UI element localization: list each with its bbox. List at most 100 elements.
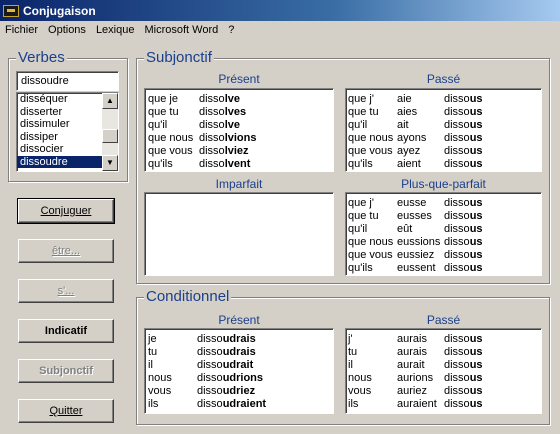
pronoun: que tu bbox=[348, 106, 379, 118]
verb-ending: lvent bbox=[224, 158, 251, 170]
subj-passe-panel: que j' aie dissous que tu aies dissous qu'il ai… bbox=[345, 88, 542, 172]
pronoun: nous bbox=[348, 372, 372, 384]
se-label: s'... bbox=[57, 285, 75, 297]
verb-list-scrollbar[interactable]: ▲ ▼ bbox=[102, 93, 118, 171]
pronoun: nous bbox=[148, 372, 172, 384]
conjugation-row: il dissoudrait bbox=[148, 359, 333, 372]
verb-stem: disso bbox=[444, 197, 470, 209]
verb-ending: udrais bbox=[222, 333, 256, 345]
menu-microsoft-word[interactable]: Microsoft Word bbox=[139, 24, 223, 36]
pronoun: que nous bbox=[148, 132, 194, 144]
conjugation-row: que j' aie dissous bbox=[348, 93, 541, 106]
verb-ending: us bbox=[469, 372, 483, 384]
verb-stem: disso bbox=[197, 385, 223, 397]
verb-search-input[interactable]: dissoudre bbox=[16, 71, 119, 91]
subj-imparfait-title: Imparfait bbox=[215, 177, 263, 191]
verb-form: dissous bbox=[444, 158, 483, 171]
verb-form: dissoudrions bbox=[197, 372, 263, 385]
verb-ending: lve bbox=[224, 119, 240, 131]
verb-form: dissolves bbox=[199, 106, 246, 119]
verb-stem: disso bbox=[444, 93, 470, 105]
subj-present-panel: que je dissolve que tu dissolves qu'il dissol… bbox=[144, 88, 334, 172]
menu-fichier[interactable]: Fichier bbox=[0, 24, 43, 36]
verb-stem: disso bbox=[197, 333, 223, 345]
pronoun: que vous bbox=[148, 145, 193, 157]
se-button[interactable]: s'... bbox=[18, 279, 114, 303]
verb-stem: disso bbox=[197, 398, 223, 410]
scroll-thumb[interactable] bbox=[102, 129, 118, 143]
cond-passe-title: Passé bbox=[426, 313, 461, 327]
menu-lexique[interactable]: Lexique bbox=[91, 24, 140, 36]
verb-form: dissous bbox=[444, 236, 483, 249]
verb-form: dissous bbox=[444, 106, 483, 119]
conjugation-row: que tu aies dissous bbox=[348, 106, 541, 119]
subj-imparfait-panel bbox=[144, 192, 334, 276]
conjugation-row: que nous ayons dissous bbox=[348, 132, 541, 145]
verb-form: dissolvions bbox=[199, 132, 256, 145]
conjugation-row: qu'il dissolve bbox=[148, 119, 333, 132]
scroll-down-arrow-icon[interactable]: ▼ bbox=[102, 155, 118, 171]
subjonctif-label: Subjonctif bbox=[39, 365, 93, 377]
conjugation-row: que je dissolve bbox=[148, 93, 333, 106]
subjonctif-button[interactable]: Subjonctif bbox=[18, 359, 114, 383]
indicatif-button[interactable]: Indicatif bbox=[18, 319, 114, 343]
scroll-up-arrow-icon[interactable]: ▲ bbox=[102, 93, 118, 109]
verb-form: dissoudraient bbox=[197, 398, 266, 411]
verb-stem: disso bbox=[444, 249, 470, 261]
pronoun: tu bbox=[148, 346, 158, 358]
auxiliary: auriez bbox=[397, 385, 427, 397]
title-bar: Conjugaison bbox=[0, 0, 560, 21]
verb-form: dissous bbox=[444, 119, 483, 132]
conjugation-row: qu'ils aient dissous bbox=[348, 158, 541, 171]
auxiliary: aies bbox=[397, 106, 418, 118]
verb-form: dissous bbox=[444, 132, 483, 145]
verb-list[interactable]: disséquer disserter dissimuler dissiper … bbox=[16, 92, 119, 172]
verb-ending: us bbox=[469, 210, 483, 222]
auxiliary: eusses bbox=[397, 210, 432, 222]
conjugation-row: que nous dissolvions bbox=[148, 132, 333, 145]
subj-passe-title: Passé bbox=[426, 72, 461, 86]
pronoun: tu bbox=[348, 346, 358, 358]
verb-form: dissoudriez bbox=[197, 385, 255, 398]
verb-stem: disso bbox=[199, 106, 225, 118]
subjonctif-title: Subjonctif bbox=[144, 49, 214, 67]
verb-stem: disso bbox=[199, 93, 225, 105]
verb-stem: disso bbox=[444, 372, 470, 384]
conjuguer-button[interactable]: Conjuguer bbox=[17, 198, 115, 224]
pronoun: qu'il bbox=[348, 223, 368, 235]
pronoun: que j' bbox=[348, 93, 374, 105]
verb-ending: us bbox=[469, 106, 483, 118]
menu-help[interactable]: ? bbox=[223, 24, 239, 36]
menu-options[interactable]: Options bbox=[43, 24, 91, 36]
verb-ending: us bbox=[469, 249, 483, 261]
verb-ending: lviez bbox=[224, 145, 249, 157]
verb-ending: us bbox=[469, 145, 483, 157]
auxiliary: aurais bbox=[397, 333, 427, 345]
pronoun: vous bbox=[348, 385, 372, 397]
auxiliary: aurions bbox=[397, 372, 434, 384]
verb-ending: udrions bbox=[222, 372, 264, 384]
auxiliary: aie bbox=[397, 93, 412, 105]
etre-label: être... bbox=[51, 245, 81, 257]
auxiliary: eussent bbox=[397, 262, 436, 274]
verb-ending: us bbox=[469, 346, 483, 358]
quitter-button[interactable]: Quitter bbox=[18, 399, 114, 423]
verb-ending: us bbox=[469, 359, 483, 371]
etre-button[interactable]: être... bbox=[18, 239, 114, 263]
verb-stem: disso bbox=[199, 145, 225, 157]
pronoun: que vous bbox=[348, 249, 393, 261]
verb-ending: us bbox=[469, 158, 483, 170]
auxiliary: aurais bbox=[397, 346, 427, 358]
pronoun: qu'ils bbox=[348, 158, 373, 170]
conjugation-row: j' aurais dissous bbox=[348, 333, 541, 346]
conjugation-row: ils auraient dissous bbox=[348, 398, 541, 411]
menu-bar: Fichier Options Lexique Microsoft Word ? bbox=[0, 21, 560, 39]
conjugation-row: ils dissoudraient bbox=[148, 398, 333, 411]
conjugation-row: nous aurions dissous bbox=[348, 372, 541, 385]
quitter-label: Quitter bbox=[49, 405, 83, 417]
subj-present-title: Présent bbox=[218, 72, 260, 86]
verb-ending: udriez bbox=[222, 385, 256, 397]
verb-form: dissous bbox=[444, 197, 483, 210]
verb-ending: us bbox=[469, 223, 483, 235]
pronoun: ils bbox=[148, 398, 159, 410]
